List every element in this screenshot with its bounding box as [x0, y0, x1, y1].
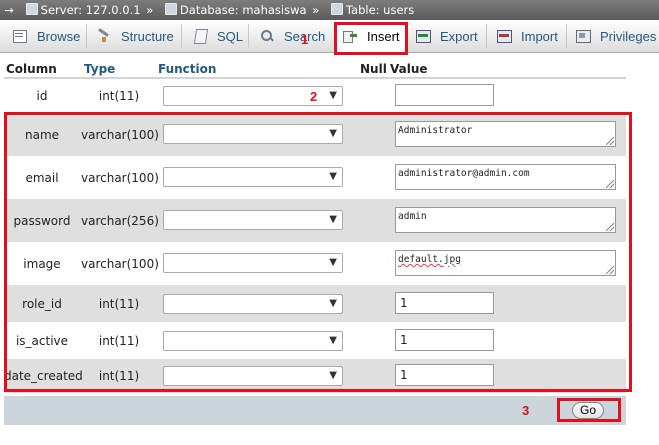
tab-label: Structure: [121, 28, 174, 44]
header-column: Column: [6, 62, 57, 76]
tab-label: Browse: [37, 28, 81, 44]
header-function[interactable]: Function: [158, 62, 216, 76]
sql-icon: [192, 28, 208, 44]
breadcrumb-database[interactable]: Database: mahasiswa: [180, 3, 307, 17]
breadcrumb: → Server: 127.0.0.1 » Database: mahasisw…: [0, 0, 659, 20]
search-icon: [259, 28, 275, 44]
column-type: int(11): [98, 89, 140, 103]
chevron-down-icon: ▼: [329, 90, 337, 101]
tab-label: Privileges: [600, 28, 657, 44]
tab-sql[interactable]: SQL: [192, 20, 243, 52]
tab-label: SQL: [217, 28, 244, 44]
tab-bar: Browse Structure SQL Search Insert Expor…: [0, 20, 659, 53]
breadcrumb-separator: »: [146, 3, 154, 17]
header-null: Null: [360, 62, 387, 76]
tab-export[interactable]: Export: [415, 20, 478, 52]
export-icon: [415, 28, 431, 44]
tab-label: Export: [440, 28, 478, 44]
back-arrow-icon[interactable]: →: [2, 0, 16, 20]
annotation-box-go-button: [557, 398, 621, 422]
tab-browse[interactable]: Browse: [12, 20, 80, 52]
database-icon: [164, 3, 177, 15]
tab-structure[interactable]: Structure: [96, 20, 174, 52]
table-icon: [330, 3, 343, 15]
header-type[interactable]: Type: [84, 62, 115, 76]
tab-privileges[interactable]: Privileges: [575, 20, 656, 52]
privileges-icon: [575, 28, 591, 44]
annotation-number: 1: [301, 32, 309, 47]
breadcrumb-table[interactable]: Table: users: [346, 3, 414, 17]
browse-icon: [12, 28, 28, 44]
tab-search[interactable]: Search: [259, 20, 325, 52]
breadcrumb-separator: »: [312, 3, 320, 17]
form-footer: Go: [4, 396, 626, 425]
column-name: id: [36, 89, 48, 103]
annotation-box-insert-tab: [334, 22, 408, 55]
server-icon: [25, 3, 38, 15]
breadcrumb-server[interactable]: Server: 127.0.0.1: [41, 3, 141, 17]
tab-import[interactable]: Import: [496, 20, 558, 52]
header-value: Value: [390, 62, 428, 76]
annotation-number: 3: [522, 403, 530, 418]
tab-label: Import: [521, 28, 558, 44]
structure-icon: [96, 28, 112, 44]
annotation-box-form-fields: [4, 112, 632, 392]
value-input[interactable]: [395, 84, 494, 106]
annotation-number: 2: [310, 89, 318, 104]
import-icon: [496, 28, 512, 44]
